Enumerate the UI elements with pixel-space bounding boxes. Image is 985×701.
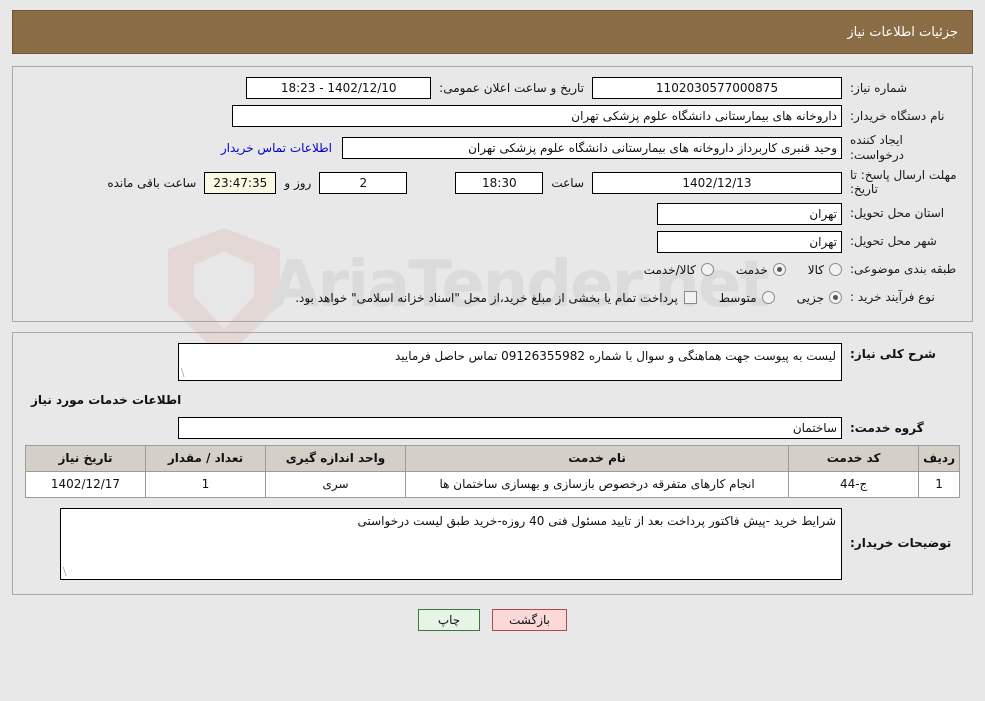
radio-icon[interactable] (772, 263, 786, 277)
description-textarea[interactable]: لیست به پیوست جهت هماهنگی و سوال با شمار… (178, 342, 842, 381)
print-button[interactable]: چاپ (418, 608, 480, 631)
col-name: نام خدمت (404, 444, 790, 472)
process-option-label: جزیی (796, 290, 824, 305)
page-title: جزئیات اطلاعات نیاز (847, 24, 958, 40)
service-group-field: ساختمان (178, 416, 842, 439)
col-code: کد خدمت (788, 444, 920, 472)
buyer-notes-label: توضیحات خریدار: (850, 535, 952, 550)
city-label: شهر محل تحویل: (850, 234, 937, 249)
radio-icon[interactable] (829, 291, 842, 305)
requester-field: وحید قنبری کاربرداز داروخانه های بیمارست… (342, 137, 842, 159)
cell-quantity: 1 (145, 470, 266, 498)
city-field: تهران (657, 230, 842, 253)
deadline-label: مهلت ارسال پاسخ: تا تاریخ: (850, 168, 957, 196)
buyer-notes-textarea[interactable]: شرایط خرید -پیش فاکتور پرداخت بعد از تای… (60, 507, 842, 580)
row-service-group: گروه خدمت: ساختمان (25, 416, 960, 439)
cell-unit: سری (265, 470, 406, 498)
row-process: نوع فرآیند خرید : جزیی متوسط پرداخت تمام… (25, 287, 960, 309)
process-radio-group: جزیی متوسط (697, 291, 842, 305)
category-label: طبقه بندی موضوعی: (850, 262, 957, 277)
table-row: 1 ج-44 انجام کارهای متفرقه درخصوص بازساز… (25, 470, 960, 498)
col-need-date: تاریخ نیاز (25, 444, 146, 472)
category-option-kala-khedmat[interactable]: کالا/خدمت (644, 263, 714, 277)
announce-datetime-field: 18:23 - 1402/12/10 (246, 77, 432, 99)
col-quantity: تعداد / مقدار (145, 444, 266, 472)
category-option-label: خدمت (735, 262, 768, 277)
process-label: نوع فرآیند خرید : (850, 290, 935, 305)
deadline-date-field: 1402/12/13 (592, 171, 842, 194)
category-option-label: کالا/خدمت (643, 262, 696, 277)
row-buyer-notes: توضیحات خریدار: شرایط خرید -پیش فاکتور پ… (25, 507, 960, 580)
category-option-kala[interactable]: کالا (808, 263, 842, 277)
row-deadline: مهلت ارسال پاسخ: تا تاریخ: 1402/12/13 سا… (25, 168, 960, 197)
description-label: شرح کلی نیاز: (850, 346, 936, 361)
cell-need-date: 1402/12/17 (25, 470, 146, 498)
days-remaining-field: 2 (319, 171, 408, 194)
cell-index: 1 (918, 470, 960, 498)
category-radio-group: کالا خدمت کالا/خدمت (622, 263, 842, 277)
requester-label: ایجاد کننده درخواست: (850, 133, 904, 162)
cell-name: انجام کارهای متفرقه درخصوص بازسازی و بهس… (404, 470, 790, 498)
process-option-motevaset[interactable]: متوسط (719, 291, 775, 305)
radio-icon[interactable] (761, 291, 775, 305)
col-unit: واحد اندازه گیری (265, 444, 406, 472)
row-requester: ایجاد کننده درخواست: وحید قنبری کاربرداز… (25, 133, 960, 163)
process-option-label: متوسط (718, 290, 757, 305)
need-info-panel: شماره نیاز: 1102030577000875 تاریخ و ساع… (12, 66, 973, 322)
deadline-time-field: 18:30 (455, 171, 544, 194)
row-city: شهر محل تحویل: تهران (25, 230, 960, 253)
footer-button-bar: بازگشت چاپ (0, 608, 985, 631)
province-label: استان محل تحویل: (850, 206, 945, 221)
province-field: تهران (657, 202, 842, 225)
row-province: استان محل تحویل: تهران (25, 202, 960, 225)
announce-label: تاریخ و ساعت اعلان عمومی: (439, 81, 584, 95)
treasury-checkbox[interactable] (683, 291, 697, 305)
process-option-jozei[interactable]: جزیی (797, 291, 842, 305)
buyer-contact-link[interactable]: اطلاعات تماس خریدار (211, 141, 342, 155)
service-group-label: گروه خدمت: (850, 420, 924, 435)
countdown-timer-field: 23:47:35 (204, 171, 277, 194)
need-number-label: شماره نیاز: (850, 80, 907, 95)
radio-icon[interactable] (700, 263, 714, 277)
resize-grip-icon[interactable]: ⧹ (63, 567, 73, 578)
category-option-khedmat[interactable]: خدمت (736, 263, 786, 277)
hour-label: ساعت (551, 175, 584, 190)
cell-code: ج-44 (788, 470, 920, 498)
row-category: طبقه بندی موضوعی: کالا خدمت کالا/خدمت (25, 259, 960, 281)
col-index: ردیف (918, 444, 960, 472)
category-option-label: کالا (807, 262, 824, 277)
row-buyer-org: نام دستگاه خریدار: داروخانه های بیمارستا… (25, 105, 960, 127)
need-number-field: 1102030577000875 (592, 77, 842, 99)
back-button[interactable]: بازگشت (492, 608, 567, 631)
timer-label: ساعت باقی مانده (107, 175, 197, 190)
days-label: روز و (284, 175, 312, 190)
page-title-bar: جزئیات اطلاعات نیاز (12, 10, 973, 54)
services-panel: شرح کلی نیاز: لیست به پیوست جهت هماهنگی … (12, 331, 973, 595)
page-root: جزئیات اطلاعات نیاز شماره نیاز: 11020305… (0, 10, 985, 631)
radio-icon[interactable] (829, 263, 842, 277)
table-header-row: ردیف کد خدمت نام خدمت واحد اندازه گیری ت… (25, 444, 960, 472)
services-section-title: اطلاعات خدمات مورد نیاز (31, 392, 182, 407)
services-table: ردیف کد خدمت نام خدمت واحد اندازه گیری ت… (25, 444, 960, 498)
buyer-org-label: نام دستگاه خریدار: (850, 108, 945, 123)
treasury-note: پرداخت تمام یا بخشی از مبلغ خرید،از محل … (295, 290, 678, 305)
row-need-number: شماره نیاز: 1102030577000875 تاریخ و ساع… (25, 77, 960, 99)
resize-grip-icon[interactable]: ⧹ (181, 368, 191, 379)
buyer-org-field: داروخانه های بیمارستانی دانشگاه علوم پزش… (232, 105, 842, 127)
row-description: شرح کلی نیاز: لیست به پیوست جهت هماهنگی … (25, 342, 960, 381)
